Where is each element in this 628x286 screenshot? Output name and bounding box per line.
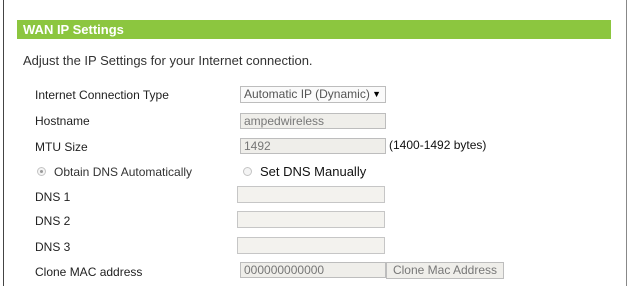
dns-auto-label: Obtain DNS Automatically: [54, 165, 193, 179]
hostname-field[interactable]: ampedwireless: [240, 113, 386, 129]
connection-type-select[interactable]: Automatic IP (Dynamic) ▼: [240, 86, 386, 103]
dns-3-field[interactable]: [237, 237, 385, 254]
dns-auto-radio[interactable]: [37, 167, 46, 176]
dns-manual-label: Set DNS Manually: [260, 164, 367, 179]
section-header: WAN IP Settings: [17, 20, 611, 39]
connection-type-value: Automatic IP (Dynamic): [244, 87, 370, 101]
mtu-range-hint: (1400-1492 bytes): [389, 138, 487, 152]
section-description: Adjust the IP Settings for your Internet…: [23, 53, 313, 68]
dns-2-label: DNS 2: [35, 214, 71, 228]
mtu-field[interactable]: 1492: [240, 138, 386, 154]
connection-type-label: Internet Connection Type: [35, 88, 169, 102]
clone-mac-button[interactable]: Clone Mac Address: [386, 262, 504, 279]
hostname-label: Hostname: [35, 114, 90, 128]
clone-mac-field[interactable]: 000000000000: [240, 262, 386, 278]
dns-2-field[interactable]: [237, 211, 385, 228]
chevron-down-icon: ▼: [372, 89, 381, 99]
dns-3-label: DNS 3: [35, 240, 71, 254]
clone-mac-label: Clone MAC address: [35, 265, 143, 279]
dns-manual-radio[interactable]: [243, 167, 252, 176]
mtu-label: MTU Size: [35, 140, 88, 154]
dns-1-field[interactable]: [237, 186, 385, 203]
dns-1-label: DNS 1: [35, 190, 71, 204]
